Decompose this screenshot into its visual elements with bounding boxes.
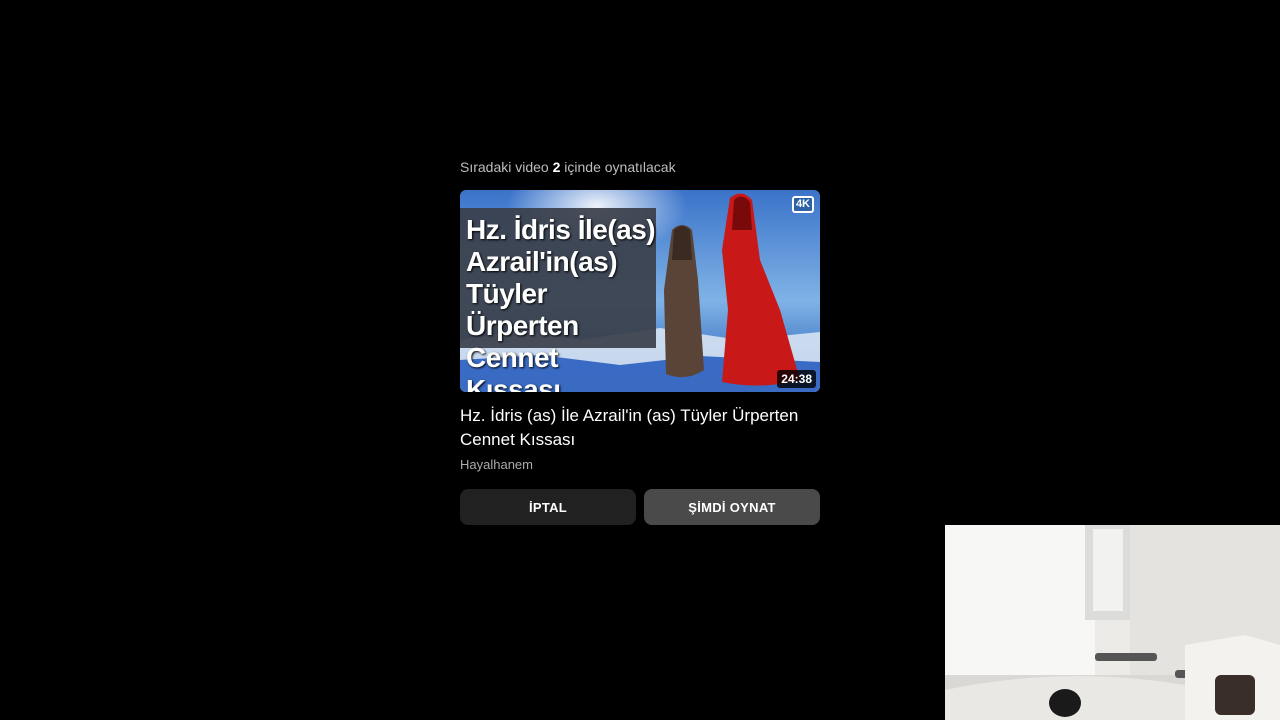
webcam-image <box>945 525 1280 720</box>
autoplay-endscreen: Sıradaki video 2 içinde oynatılacak Hz. … <box>460 156 820 525</box>
webcam-overlay <box>945 525 1280 720</box>
channel-name: Hayalhanem <box>460 457 533 472</box>
upnext-suffix: içinde oynatılacak <box>564 159 676 175</box>
upnext-prefix: Sıradaki video <box>460 159 549 175</box>
endscreen-actions: İPTAL ŞİMDİ OYNAT <box>460 489 820 525</box>
autoplay-countdown-text: Sıradaki video 2 içinde oynatılacak <box>460 156 820 178</box>
next-video-thumbnail[interactable]: Hz. İdris İle(as) Azrail'in(as) Tüyler Ü… <box>460 190 820 392</box>
badge-4k-icon: 4K <box>791 196 814 213</box>
video-player-stage: Sıradaki video 2 içinde oynatılacak Hz. … <box>0 0 1280 720</box>
countdown-number: 2 <box>552 159 561 175</box>
thumbnail-caption: Hz. İdris İle(as) Azrail'in(as) Tüyler Ü… <box>466 214 656 392</box>
next-video-title[interactable]: Hz. İdris (as) İle Azrail'in (as) Tüyler… <box>460 404 820 452</box>
cancel-button[interactable]: İPTAL <box>460 489 636 525</box>
play-now-button[interactable]: ŞİMDİ OYNAT <box>644 489 820 525</box>
video-duration: 24:38 <box>777 370 816 388</box>
